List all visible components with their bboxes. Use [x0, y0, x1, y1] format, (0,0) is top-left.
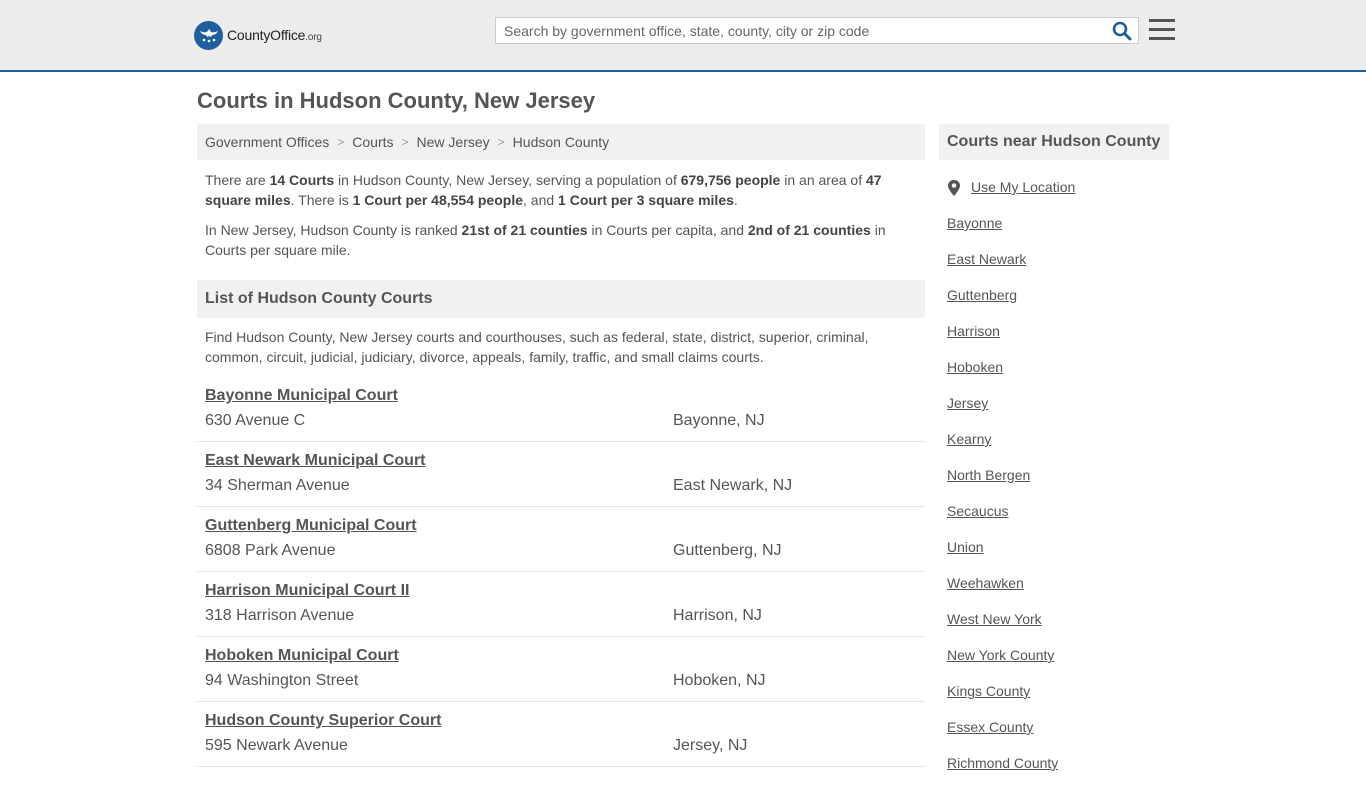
logo-text: CountyOffice.org [227, 27, 322, 43]
sidebar-link-kearny[interactable]: Kearny [947, 428, 1167, 464]
map-pin-icon [948, 180, 960, 196]
breadcrumb-separator-icon: > [337, 135, 345, 149]
summary-text: in an area of [780, 172, 866, 188]
court-city: East Newark, NJ [673, 477, 793, 494]
sidebar-link-west-new-york[interactable]: West New York [947, 608, 1167, 644]
logo-eagle-icon [194, 20, 223, 50]
summary-text: in Hudson County, New Jersey, serving a … [334, 172, 681, 188]
breadcrumb-courts[interactable]: Courts [352, 134, 393, 150]
breadcrumb: Government Offices > Courts > New Jersey… [197, 124, 925, 160]
court-row: Bayonne Municipal Court 630 Avenue C Bayon… [197, 377, 925, 442]
summary-highlight: 21st of 21 counties [461, 222, 588, 238]
search-input[interactable] [496, 18, 1106, 43]
sidebar-link-hoboken[interactable]: Hoboken [947, 356, 1167, 392]
page-title: Courts in Hudson County, New Jersey [197, 88, 596, 113]
court-row: Guttenberg Municipal Court 6808 Park Aven… [197, 507, 925, 572]
court-city: Bayonne, NJ [673, 412, 765, 429]
court-name-link[interactable]: Harrison Municipal Court II [205, 582, 409, 600]
sidebar-link-harrison[interactable]: Harrison [947, 320, 1167, 356]
summary-text: . There is [290, 192, 353, 208]
summary-highlight: 679,756 people [680, 172, 781, 188]
summary-paragraph-stats: There are 14 Courts in Hudson County, Ne… [205, 170, 905, 210]
sidebar-link-new-york-county[interactable]: New York County [947, 644, 1167, 680]
site-logo[interactable]: CountyOffice.org [194, 20, 322, 50]
sidebar-link-kings-county[interactable]: Kings County [947, 680, 1167, 716]
court-name-link[interactable]: Guttenberg Municipal Court [205, 517, 417, 535]
list-section-title: List of Hudson County Courts [197, 280, 925, 318]
court-address: 630 Avenue C [205, 412, 306, 429]
hamburger-menu-icon[interactable] [1149, 19, 1175, 43]
breadcrumb-separator-icon: > [497, 135, 505, 149]
sidebar-link-essex-county[interactable]: Essex County [947, 716, 1167, 752]
court-address: 6808 Park Avenue [205, 542, 336, 559]
search-button[interactable] [1112, 21, 1132, 41]
site-header: CountyOffice.org [0, 0, 1366, 72]
court-name-link[interactable]: Hoboken Municipal Court [205, 647, 399, 665]
summary-text: There are [205, 172, 270, 188]
court-city: Jersey, NJ [673, 737, 748, 754]
court-list: Bayonne Municipal Court 630 Avenue C Bayon… [197, 377, 925, 767]
sidebar-link-weehawken[interactable]: Weehawken [947, 572, 1167, 608]
summary-text: , and [523, 192, 559, 208]
breadcrumb-new-jersey[interactable]: New Jersey [417, 134, 490, 150]
summary-text: In New Jersey, Hudson County is ranked [205, 222, 462, 238]
use-my-location-link[interactable]: Use My Location [971, 178, 1075, 196]
court-address: 94 Washington Street [205, 672, 359, 689]
sidebar-link-jersey[interactable]: Jersey [947, 392, 1167, 428]
court-row: East Newark Municipal Court 34 Sherman Av… [197, 442, 925, 507]
court-row: Harrison Municipal Court II 318 Harrison … [197, 572, 925, 637]
logo-suffix: .org [305, 32, 322, 43]
search-box [495, 17, 1139, 44]
breadcrumb-separator-icon: > [401, 135, 409, 149]
summary-paragraph-ranking: In New Jersey, Hudson County is ranked 2… [205, 220, 905, 260]
search-icon [1112, 21, 1132, 41]
court-row: Hudson County Superior Court 595 Newark A… [197, 702, 925, 767]
summary-highlight: 14 Courts [269, 172, 335, 188]
logo-main: CountyOffice [227, 27, 306, 43]
sidebar-link-north-bergen[interactable]: North Bergen [947, 464, 1167, 500]
court-name-link[interactable]: Bayonne Municipal Court [205, 387, 398, 405]
summary-text: in Courts per capita, and [587, 222, 748, 238]
breadcrumb-government-offices[interactable]: Government Offices [205, 134, 329, 150]
summary-highlight: 2nd of 21 counties [747, 222, 871, 238]
sidebar-link-secaucus[interactable]: Secaucus [947, 500, 1167, 536]
court-name-link[interactable]: Hudson County Superior Court [205, 712, 441, 730]
sidebar-link-bayonne[interactable]: Bayonne [947, 212, 1167, 248]
court-city: Harrison, NJ [673, 607, 762, 624]
list-section-description: Find Hudson County, New Jersey courts an… [205, 329, 869, 365]
sidebar-link-union[interactable]: Union [947, 536, 1167, 572]
sidebar-title: Courts near Hudson County [939, 124, 1169, 160]
court-city: Hoboken, NJ [673, 672, 766, 689]
court-address: 595 Newark Avenue [205, 737, 348, 754]
sidebar-link-east-newark[interactable]: East Newark [947, 248, 1167, 284]
court-address: 34 Sherman Avenue [205, 477, 350, 494]
court-address: 318 Harrison Avenue [205, 607, 355, 624]
court-row: Hoboken Municipal Court 94 Washington Str… [197, 637, 925, 702]
use-location-row[interactable]: Use My Location [947, 176, 1167, 212]
sidebar-nearby-list: Use My Location Bayonne East Newark Gutten… [947, 176, 1167, 788]
summary-highlight: 1 Court per 48,554 people [352, 192, 524, 208]
court-name-link[interactable]: East Newark Municipal Court [205, 452, 426, 470]
sidebar-link-guttenberg[interactable]: Guttenberg [947, 284, 1167, 320]
summary-text: . [733, 192, 738, 208]
court-city: Guttenberg, NJ [673, 542, 782, 559]
sidebar-link-richmond-county[interactable]: Richmond County [947, 752, 1167, 788]
breadcrumb-hudson-county[interactable]: Hudson County [513, 134, 610, 150]
summary-highlight: 1 Court per 3 square miles [558, 192, 734, 208]
